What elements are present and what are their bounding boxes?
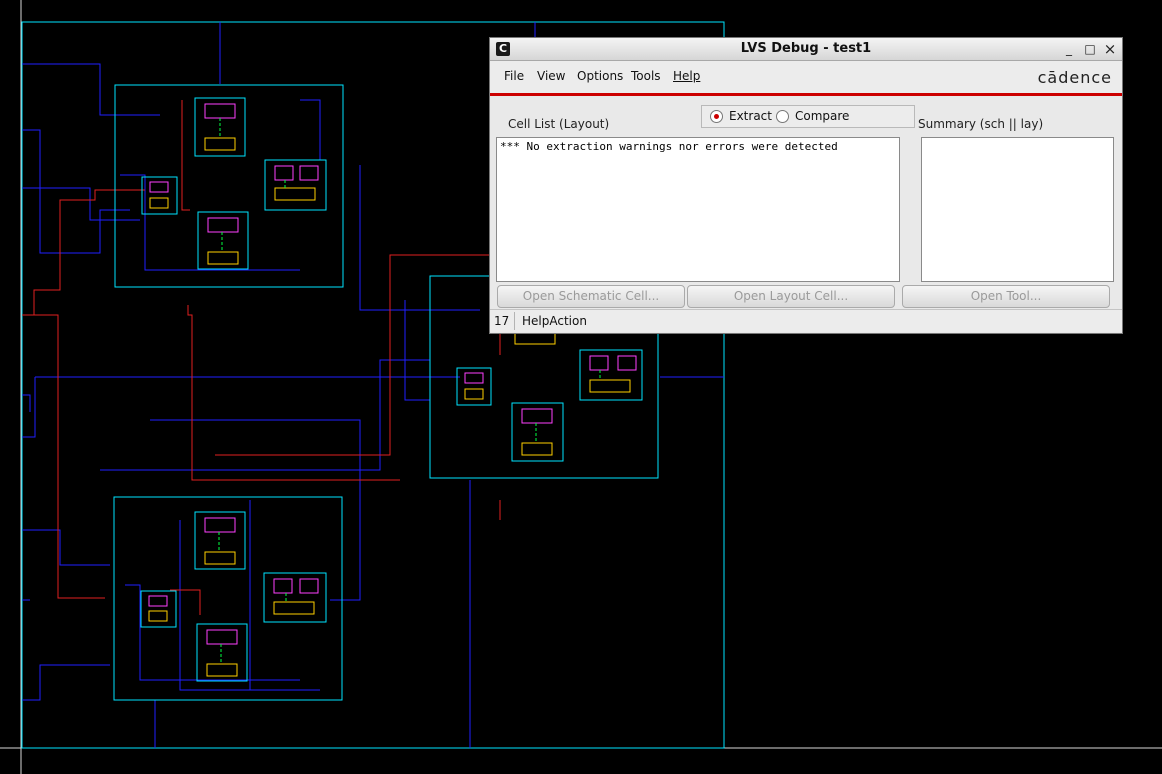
status-message: HelpAction	[522, 314, 587, 328]
brand-divider	[490, 93, 1122, 96]
radio-extract-indicator[interactable]	[710, 109, 723, 123]
cell-list-label: Cell List (Layout)	[508, 117, 610, 131]
minimize-button[interactable]: _	[1060, 40, 1078, 58]
maximize-button[interactable]: □	[1081, 40, 1099, 58]
open-tool-button[interactable]: Open Tool...	[902, 285, 1110, 308]
summary-text	[922, 138, 1113, 142]
cadence-logo: cādence	[1037, 68, 1112, 87]
title-bar[interactable]: C LVS Debug - test1 _ □ ×	[490, 38, 1122, 61]
status-line-number: 17	[494, 314, 510, 328]
status-divider	[514, 312, 515, 330]
summary-label: Summary (sch || lay)	[918, 117, 1044, 131]
radio-compare[interactable]: Compare	[776, 109, 849, 123]
summary-panel[interactable]	[921, 137, 1114, 282]
radio-compare-label: Compare	[795, 109, 850, 123]
lvs-debug-dialog: C LVS Debug - test1 _ □ × File View Opti…	[490, 38, 1122, 333]
cell-list-panel[interactable]: *** No extraction warnings nor errors we…	[496, 137, 900, 282]
status-bar: 17 HelpAction	[490, 309, 1122, 332]
menu-bar: File View Options Tools Help cādence	[490, 61, 1122, 93]
radio-extract[interactable]: Extract	[710, 109, 772, 123]
radio-extract-label: Extract	[729, 109, 772, 123]
menu-options[interactable]: Options	[577, 69, 623, 83]
window-title: LVS Debug - test1	[740, 41, 872, 56]
menu-help[interactable]: Help	[673, 69, 700, 83]
open-schematic-cell-button[interactable]: Open Schematic Cell...	[497, 285, 685, 308]
cell-list-text: *** No extraction warnings nor errors we…	[500, 140, 838, 153]
open-layout-cell-button[interactable]: Open Layout Cell...	[687, 285, 895, 308]
menu-file[interactable]: File	[504, 69, 524, 83]
menu-tools[interactable]: Tools	[631, 69, 661, 83]
mode-radio-group: Extract Compare	[701, 105, 915, 128]
close-button[interactable]: ×	[1101, 40, 1119, 58]
menu-view[interactable]: View	[537, 69, 565, 83]
radio-compare-indicator[interactable]	[776, 109, 789, 123]
